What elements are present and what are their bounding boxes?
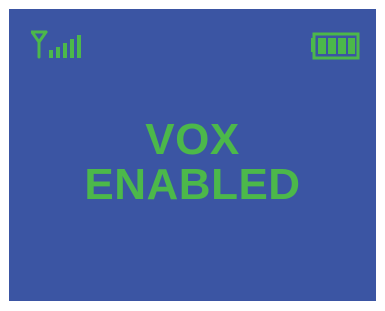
- signal-bar-5: [77, 35, 81, 58]
- message-line-2: ENABLED: [84, 160, 301, 209]
- signal-bar-1: [49, 50, 53, 58]
- battery-cell-2: [328, 38, 336, 54]
- battery-cell-1: [318, 38, 326, 54]
- battery-full-icon: [311, 32, 360, 60]
- signal-bar-2: [56, 47, 60, 58]
- message-line-1: VOX: [145, 115, 240, 164]
- signal-bar-4: [70, 39, 74, 58]
- signal-strength-icon: [31, 30, 81, 59]
- battery-cell-4: [348, 38, 355, 54]
- device-screen: VOX ENABLED: [9, 9, 376, 301]
- status-bar: [9, 9, 376, 60]
- battery-cell-3: [338, 38, 346, 54]
- signal-bar-3: [63, 43, 67, 58]
- vox-status-message: VOX ENABLED: [9, 117, 376, 207]
